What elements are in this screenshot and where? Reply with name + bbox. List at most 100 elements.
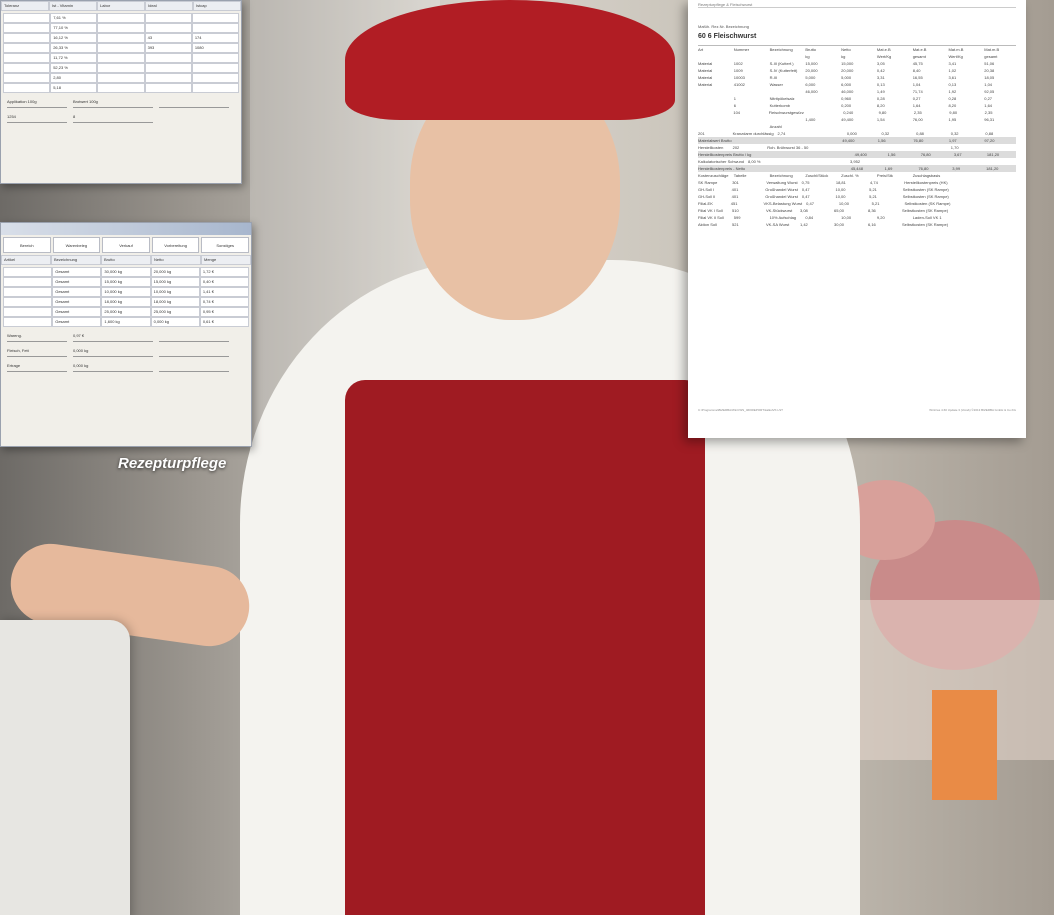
report-cell: Material [698,82,713,87]
tab[interactable]: Vorbereitung [151,237,200,253]
tab[interactable]: Bereich [3,237,51,253]
table-row[interactable]: 7,61 % [3,13,240,23]
tab[interactable]: Verkauf [102,237,150,253]
table-cell [191,83,240,93]
table-row[interactable]: Gesamt 18,000 kg 18,000 kg 0,74 € [3,297,250,307]
grid-header: Artikel Bezeichnung Brutto Netto Menge [1,255,251,265]
field-value[interactable]: 0,000 kg [73,363,153,372]
table-cell [191,73,240,83]
report-row: Aktion Soll 521 VK-SA Wurst 1,42 30,00 6,16 Se… [698,221,1016,228]
table-cell: Gesamt [52,307,102,317]
report-cell [807,137,839,144]
report-cell: Verwaltung Wurst [766,180,798,185]
report-cell: 8,36 [868,208,876,213]
report-row: Filial VK II Soll 599 10% Aufschlag 0,84 10,… [698,214,1016,221]
report-cell: 5,000 [841,75,852,80]
table-row[interactable]: Gesamt 15,000 kg 15,000 kg 0,40 € [3,277,250,287]
grid-column-header[interactable]: Artikel [1,255,51,265]
tab[interactable]: Warenbeleg [52,237,101,253]
table-row[interactable]: 77,10 % [3,23,240,33]
tab[interactable]: Sonstiges [201,237,249,253]
report-cell: 5,21 [869,187,877,192]
grid-column-header[interactable]: Brutto [101,255,151,265]
grid-column-header[interactable]: Menge [201,255,251,265]
report-cell: 1,95 [948,117,957,122]
report-cell: 97,20 [984,138,995,143]
table-row[interactable]: 11,72 % [3,53,240,63]
table-cell: 1080 [191,43,240,53]
grid-column-header[interactable]: Ist - Vitamin [49,1,97,11]
report-cell [817,165,847,172]
table-cell [144,23,192,33]
table-row[interactable]: 16,12 % 43 174 [3,33,240,43]
table-row[interactable]: 52,23 % [3,63,240,73]
window-titlebar[interactable] [1,223,251,235]
table-row[interactable]: 2,80 [3,73,240,83]
touch-terminal[interactable] [0,620,130,915]
report-cell: Wert/Kg [948,54,963,59]
report-cell: 521 [732,222,739,227]
report-cell: 0,000 [846,131,857,136]
table-cell: 16,12 % [50,33,98,43]
field-value[interactable]: 0,97 € [73,333,153,342]
table-cell: Gesamt [52,297,102,307]
report-cell: 0,27 [984,96,993,101]
table-row[interactable]: Gesamt 30,000 kg 20,000 kg 1,72 € [3,267,250,277]
report-cell: 0,27 [912,96,921,101]
report-cell: 0,47 [801,187,810,192]
table-row[interactable]: 5,18 [3,83,240,93]
report-cell [788,151,817,158]
report-cell: 0,28 [948,96,957,101]
report-cell [822,151,851,158]
report-cell [734,88,766,95]
grid-column-header[interactable]: Netto [151,255,201,265]
report-cell: 201 [698,131,705,136]
report-cell: 104 [733,110,741,115]
table-cell: 0,40 € [199,277,250,287]
grid-column-header[interactable]: Istcap [193,1,241,11]
field-value[interactable]: 1254 [7,114,67,123]
field-value[interactable]: 8 [73,114,153,123]
report-cell: Art [698,47,704,52]
table-cell: 18,000 kg [101,297,151,307]
table-cell: Gesamt [52,317,102,327]
report-cell: Roh. Brühwurst 36 - 50 [767,145,809,150]
table-cell: 0,95 € [199,307,250,317]
report-cell: 46,000 [805,89,818,94]
report-cell [986,158,1016,165]
report-cell [734,53,766,60]
report-row: 46,000 46,000 1,49 71,74 1,92 92,05 [698,88,1016,95]
table-cell [3,317,53,327]
table-row[interactable]: Gesamt 25,000 kg 25,000 kg 0,95 € [3,307,250,317]
report-cell [987,200,1016,207]
table-row[interactable]: Gesamt 10,000 kg 10,000 kg 1,41 € [3,287,250,297]
grid-column-header[interactable]: Toleranz [1,1,49,11]
report-cell: R-III [769,75,778,80]
report-cell: Großhandel Wurst [765,187,798,192]
table-row[interactable]: 26,33 % 393 1080 [3,43,240,53]
grid-column-header[interactable]: Labor [97,1,145,11]
table-row[interactable]: Gesamt 1,600 kg 0,000 kg 0,61 € [3,317,250,327]
report-cell [734,116,766,123]
report-cell: 2,74 [777,131,786,136]
report-cell: 8,00 % [748,159,761,164]
report-cell: 1,64 [984,103,993,108]
report-table: Art Nummer Bezeichnung Brutto Netto Mat.e.B Ma… [698,45,1016,228]
field-value[interactable]: 0,000 kg [73,348,153,357]
report-cell: 9,80 [949,110,958,115]
grid-column-header[interactable]: Ideal [145,1,193,11]
report-cell [952,207,982,214]
grid-column-header[interactable]: Bezeichnung [51,255,101,265]
report-cell [770,53,802,60]
table-cell [3,297,53,307]
table-cell [97,23,145,33]
report-cell [954,200,983,207]
report-cell: Laden-Soll VK 1 [912,215,942,220]
caption-label: Rezepturpflege [118,455,227,472]
report-cell [948,172,980,179]
report-cell: 46,000 [841,89,854,94]
table-cell: 25,000 kg [101,307,151,317]
table-cell: Gesamt [52,287,102,297]
report-cell: Wasser [769,82,783,87]
report-cell: 1,92 [948,89,957,94]
